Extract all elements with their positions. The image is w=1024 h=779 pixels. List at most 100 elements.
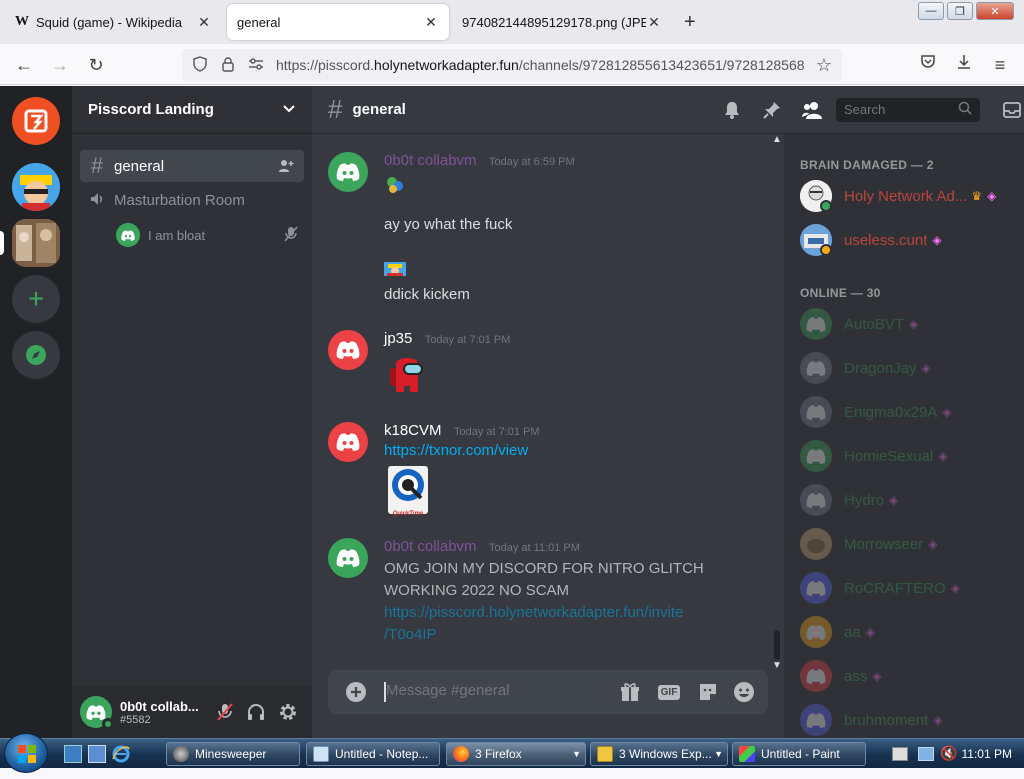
member-item[interactable]: DragonJay ◈ [800, 348, 1020, 388]
bookmark-star-icon[interactable]: ☆ [816, 55, 832, 76]
muted-speaker-icon[interactable]: 🔇 [940, 745, 957, 762]
voice-user-name: I am bloat [148, 227, 206, 243]
sticker-icon[interactable] [696, 680, 720, 704]
close-tab-icon[interactable]: ✕ [196, 14, 212, 31]
system-clock[interactable]: 11:01 PM [962, 747, 1012, 761]
discord-avatar-icon[interactable] [328, 330, 368, 370]
taskbar-item-minesweeper[interactable]: Minesweeper [166, 742, 300, 766]
forward-icon[interactable]: → [48, 53, 72, 77]
start-button[interactable] [4, 733, 48, 773]
channel-masturbation-room[interactable]: Masturbation Room [80, 184, 304, 216]
server-list: + [0, 86, 72, 738]
message-time: Today at 6:59 PM [489, 156, 575, 168]
member-item[interactable]: RoCRAFTERO ◈ [800, 568, 1020, 608]
inbox-icon[interactable] [1000, 98, 1024, 122]
message-author[interactable]: 0b0t collabvm [384, 152, 477, 169]
url-bar[interactable]: https://pisscord.holynetworkadapter.fun/… [182, 49, 842, 81]
message-text: ddick kickem [384, 286, 470, 303]
member-item[interactable]: Hydro ◈ [800, 480, 1020, 520]
gift-icon[interactable] [618, 680, 642, 704]
discord-avatar-icon[interactable] [328, 538, 368, 578]
taskbar-item-explorer[interactable]: 3 Windows Exp... ▼ [590, 742, 728, 766]
permissions-icon[interactable] [246, 57, 266, 74]
maximize-icon[interactable]: ❐ [947, 2, 973, 20]
switch-windows-icon[interactable] [88, 745, 106, 763]
message-link[interactable]: /T0o4IP [384, 626, 437, 643]
pisscord-home-icon[interactable] [12, 97, 60, 145]
bell-icon[interactable] [720, 98, 744, 122]
user-info[interactable]: 0b0t collab... #5582 [120, 699, 199, 726]
pin-icon[interactable] [760, 98, 784, 122]
taskbar-item-paint[interactable]: Untitled - Paint [732, 742, 866, 766]
message-link[interactable]: https://txnor.com/view [384, 442, 528, 459]
message-author[interactable]: jp35 [384, 330, 412, 347]
minimize-icon[interactable]: — [918, 2, 944, 20]
tab-image[interactable]: 974082144895129178.png (JPEG Image ✕ [452, 4, 672, 40]
server-boost-icon: ◈ [987, 189, 997, 203]
mute-mic-icon[interactable] [216, 702, 234, 727]
voice-user[interactable]: I am bloat [116, 222, 304, 248]
member-item[interactable]: ass ◈ [800, 656, 1020, 696]
discord-avatar-icon[interactable] [328, 422, 368, 462]
user-avatar[interactable] [80, 696, 114, 730]
discord-avatar-icon[interactable] [328, 152, 368, 192]
show-desktop-icon[interactable] [64, 745, 82, 763]
new-tab-icon[interactable]: + [684, 11, 696, 34]
chevron-down-icon[interactable] [282, 101, 296, 118]
member-item[interactable]: Morrowseer ◈ [800, 524, 1020, 564]
scroll-thumb[interactable] [774, 630, 780, 660]
message-list: 0b0t collabvm Today at 6:59 PM ay yo wha… [312, 134, 784, 668]
app-menu-icon[interactable]: ≡ [988, 53, 1012, 77]
member-item[interactable]: useless.cunt ◈ [800, 220, 1020, 260]
member-item[interactable]: HomieSexual ◈ [800, 436, 1020, 476]
scroll-up-icon[interactable]: ▲ [772, 134, 782, 145]
text-channel-icon: # [90, 153, 104, 178]
server-avatar-photo-icon[interactable] [12, 219, 60, 267]
gear-icon[interactable] [278, 702, 298, 727]
back-icon[interactable]: ← [12, 53, 36, 77]
member-item[interactable]: aa ◈ [800, 612, 1020, 652]
invite-member-icon[interactable] [278, 158, 294, 178]
server-avatar-cartoon-icon[interactable] [12, 163, 60, 211]
close-tab-icon[interactable]: ✕ [423, 14, 439, 31]
member-list-icon[interactable] [800, 98, 824, 122]
quicktime-embed[interactable]: QuickTime [388, 466, 428, 517]
taskbar-item-firefox[interactable]: 3 Firefox ▼ [446, 742, 586, 766]
gif-button[interactable]: GIF [656, 680, 682, 704]
add-attachment-icon[interactable] [344, 680, 368, 704]
message-author[interactable]: 0b0t collabvm [384, 538, 477, 555]
tab-general[interactable]: general ✕ [227, 4, 449, 40]
pocket-icon[interactable] [916, 53, 940, 77]
taskbar-item-notepad[interactable]: Untitled - Notep... [306, 742, 440, 766]
downloads-icon[interactable] [952, 53, 976, 77]
internet-explorer-icon[interactable] [112, 745, 130, 763]
search-input[interactable]: Search [836, 97, 980, 122]
member-item[interactable]: Holy Network Ad... ♛ ◈ [800, 176, 1020, 216]
channel-general[interactable]: # general [80, 150, 304, 182]
member-item[interactable]: bruhmoment ◈ [800, 700, 1020, 738]
message-scrollbar[interactable]: ▲ ▼ [768, 134, 784, 671]
emoji-icon[interactable] [732, 680, 756, 704]
tab-label: Squid (game) - Wikipedia [36, 14, 182, 30]
member-name: AutoBVT [844, 315, 905, 333]
member-item[interactable]: AutoBVT ◈ [800, 304, 1020, 344]
member-avatar [800, 528, 832, 560]
message-input[interactable] [386, 682, 626, 699]
add-server-icon[interactable]: + [12, 275, 60, 323]
headphones-icon[interactable] [246, 702, 266, 727]
lock-icon[interactable] [218, 56, 238, 75]
scroll-down-icon[interactable]: ▼ [772, 660, 782, 671]
message-link[interactable]: https://pisscord.holynetworkadapter.fun/… [384, 604, 683, 621]
message-author[interactable]: k18CVM [384, 422, 442, 439]
member-item[interactable]: Enigma0x29A ◈ [800, 392, 1020, 432]
close-window-icon[interactable]: ✕ [976, 2, 1014, 20]
message-text: ay yo what the fuck [384, 216, 513, 233]
explore-servers-icon[interactable] [12, 331, 60, 379]
close-tab-icon[interactable]: ✕ [646, 14, 662, 31]
reload-icon[interactable]: ↻ [84, 53, 108, 77]
tab-wikipedia[interactable]: W Squid (game) - Wikipedia ✕ [4, 4, 222, 40]
tracking-shield-icon[interactable] [190, 55, 210, 75]
network-icon[interactable] [918, 747, 934, 761]
action-center-flag-icon[interactable] [892, 747, 908, 761]
guild-header[interactable]: Pisscord Landing [72, 86, 312, 134]
